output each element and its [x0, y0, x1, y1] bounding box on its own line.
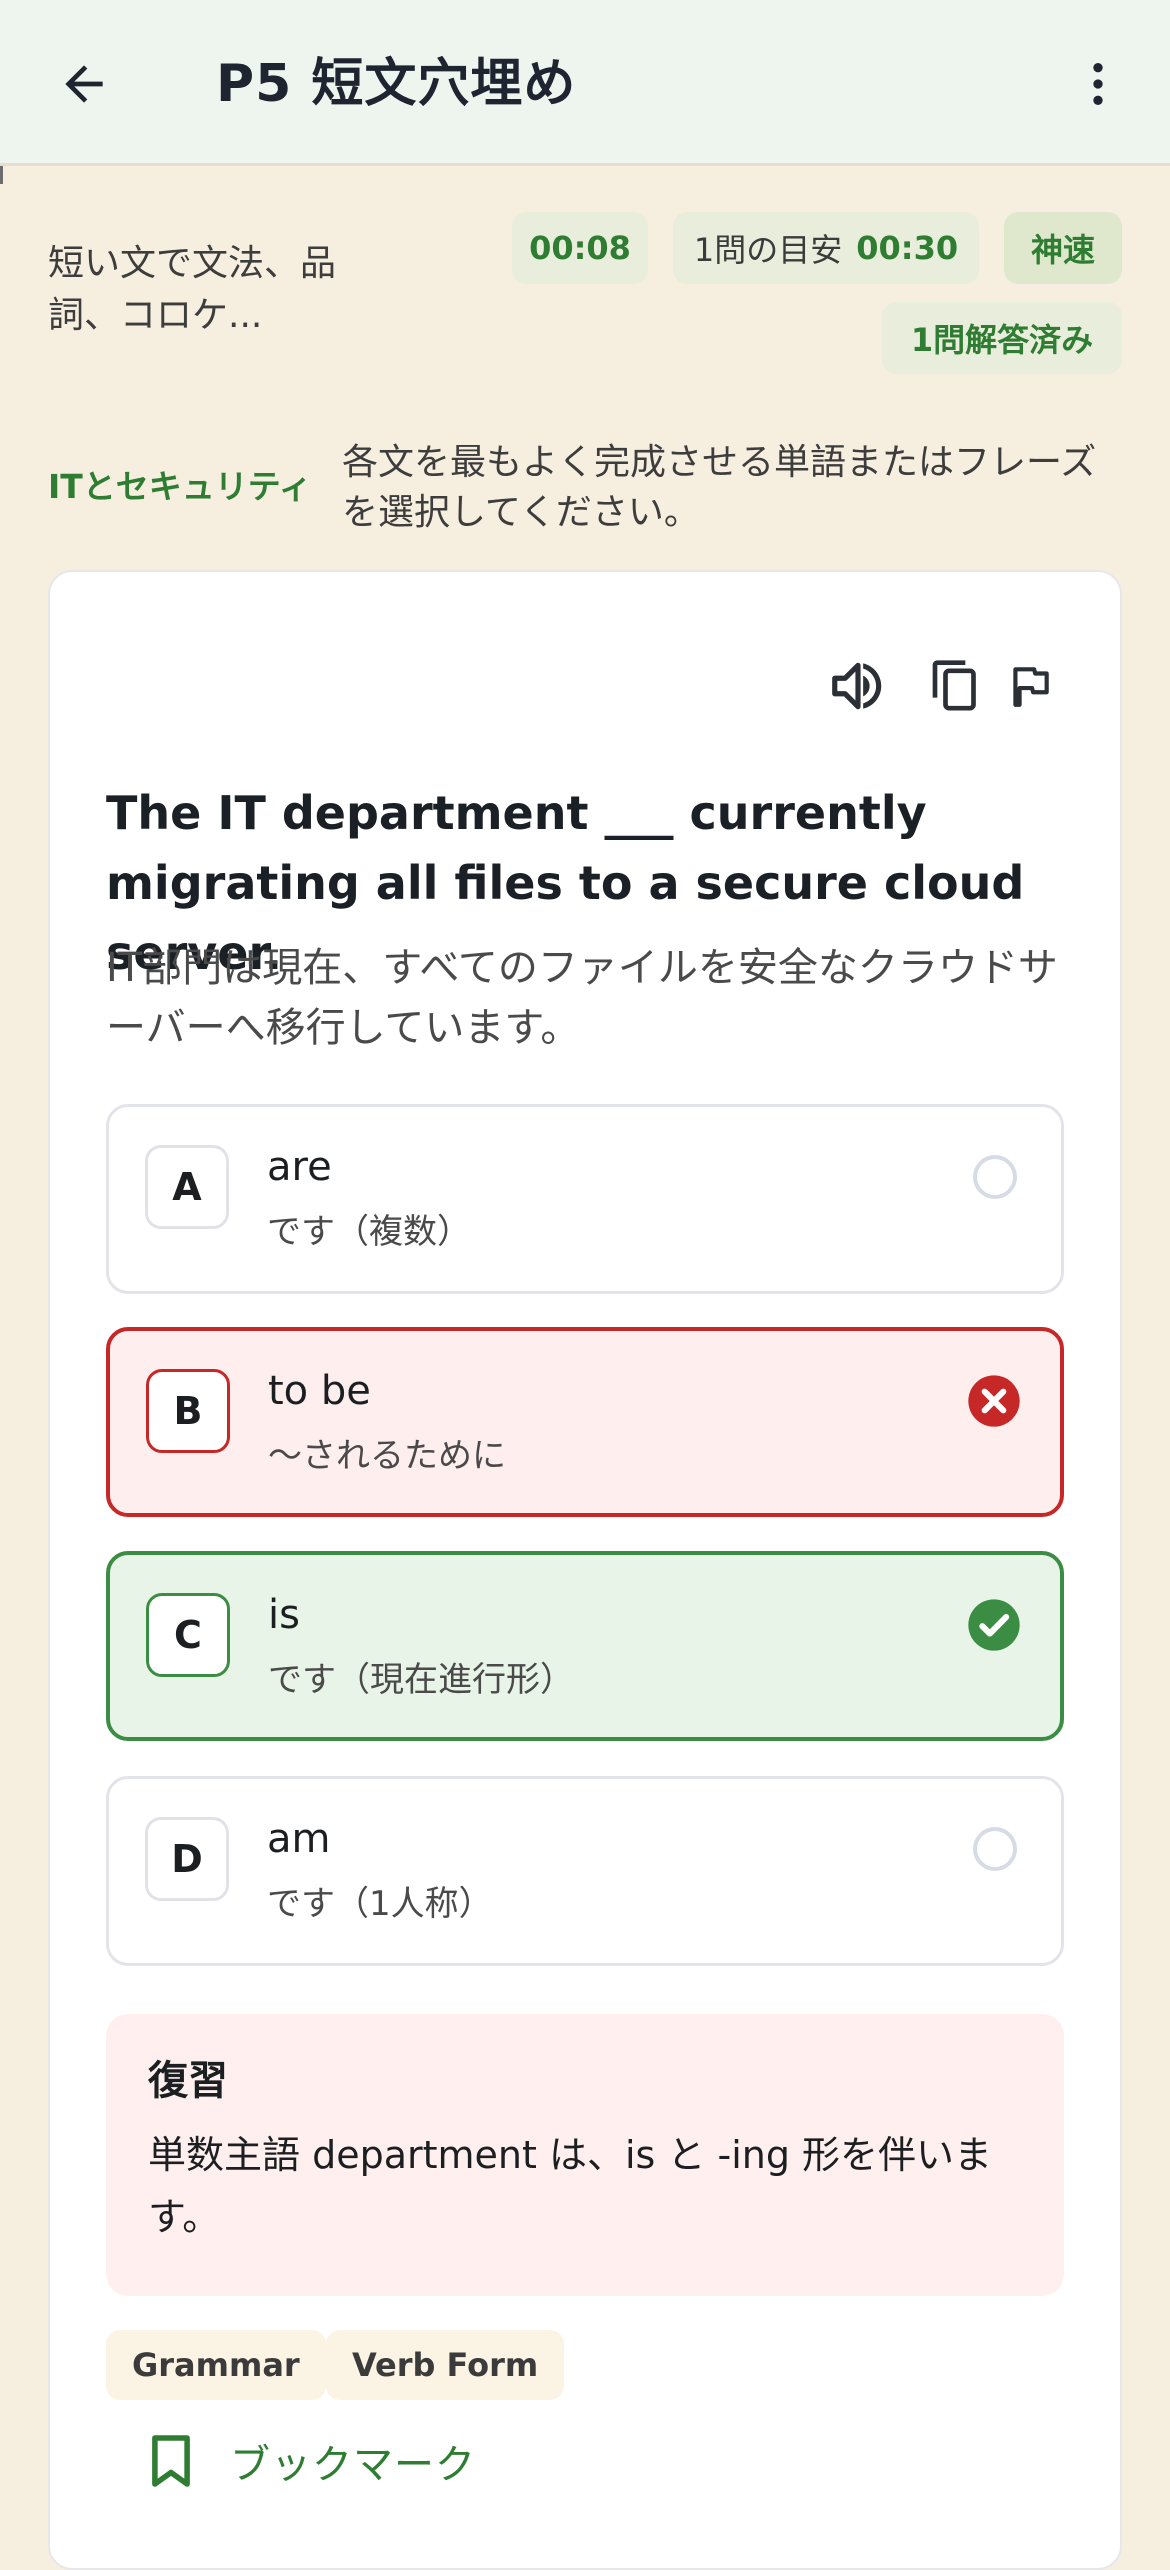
category-label: ITとセキュリティ	[48, 467, 312, 506]
option-word: am	[267, 1816, 331, 1862]
speaker-icon	[832, 662, 882, 710]
option-state	[966, 1373, 1022, 1429]
bookmark-button[interactable]: ブックマーク	[148, 2428, 476, 2494]
target-time-label: 1問の目安	[693, 231, 843, 269]
more-options-button[interactable]	[1062, 48, 1134, 120]
speed-badge: 神速	[1004, 212, 1122, 284]
option-meaning: 〜されるために	[268, 1436, 506, 1476]
radio-unselected-icon	[973, 1827, 1017, 1871]
option-radio	[967, 1149, 1023, 1205]
edge-divider	[0, 166, 3, 184]
target-time-badge: 1問の目安 00:30	[673, 212, 979, 284]
option-c[interactable]: C is です（現在進行形）	[106, 1551, 1064, 1741]
option-letter: B	[146, 1369, 230, 1453]
review-body: 単数主語 department は、is と -ing 形を伴います。	[148, 2133, 993, 2239]
bookmark-label: ブックマーク	[230, 2442, 476, 2488]
option-word: are	[267, 1144, 332, 1190]
error-circle-icon	[968, 1375, 1020, 1427]
check-circle-icon	[968, 1599, 1020, 1651]
target-time-value: 00:30	[856, 229, 959, 267]
answered-count-badge: 1問解答済み	[882, 302, 1122, 374]
more-vert-icon	[1093, 63, 1103, 105]
play-audio-button[interactable]	[824, 652, 892, 720]
option-meaning: です（複数）	[267, 1212, 471, 1252]
option-meaning: です（1人称）	[267, 1884, 493, 1924]
option-b[interactable]: B to be 〜されるために	[106, 1327, 1064, 1517]
option-meaning: です（現在進行形）	[268, 1660, 574, 1700]
review-box: 復習 単数主語 department は、is と -ing 形を伴います。	[106, 2014, 1064, 2296]
option-state	[966, 1597, 1022, 1653]
flag-icon	[1013, 667, 1049, 707]
copy-button[interactable]	[922, 652, 990, 720]
option-word: to be	[268, 1368, 371, 1414]
question-translation: IT部門は現在、すべてのファイルを安全なクラウドサーバーへ移行しています。	[106, 945, 1058, 1051]
option-radio	[967, 1821, 1023, 1877]
option-letter: D	[145, 1817, 229, 1901]
page-title: P5 短文穴埋め	[216, 54, 577, 114]
report-button[interactable]	[996, 652, 1064, 720]
option-letter: C	[146, 1593, 230, 1677]
set-description: 短い文で文法、品詞、コロケ...	[48, 243, 337, 336]
option-letter: A	[145, 1145, 229, 1229]
bookmark-icon	[152, 2435, 190, 2487]
option-d[interactable]: D am です（1人称）	[106, 1776, 1064, 1966]
tag-verb-form[interactable]: Verb Form	[326, 2330, 565, 2400]
app-bar: P5 短文穴埋め	[0, 0, 1170, 166]
arrow-back-icon	[65, 65, 103, 103]
copy-icon	[932, 660, 976, 711]
instruction-text: 各文を最もよく完成させる単語またはフレーズを選択してください。	[342, 442, 1097, 533]
back-button[interactable]	[48, 48, 120, 120]
radio-unselected-icon	[973, 1155, 1017, 1199]
elapsed-timer: 00:08	[512, 212, 648, 284]
tag-grammar[interactable]: Grammar	[106, 2330, 326, 2400]
option-a[interactable]: A are です（複数）	[106, 1104, 1064, 1294]
review-title: 復習	[148, 2058, 228, 2104]
option-word: is	[268, 1592, 300, 1638]
